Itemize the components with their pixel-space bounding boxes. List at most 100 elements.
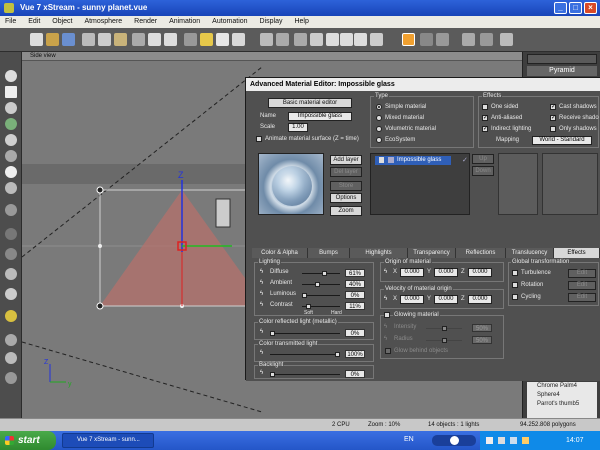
slider-knob[interactable] — [270, 331, 275, 336]
scale-field[interactable]: 1.00 — [288, 123, 308, 132]
selection-handle[interactable] — [96, 186, 104, 194]
slider-knob[interactable] — [305, 304, 311, 309]
new-icon[interactable] — [30, 33, 43, 46]
terrain-tool-icon[interactable] — [5, 118, 17, 130]
menu-animation[interactable]: Animation — [164, 16, 205, 28]
layer-item-impossible-glass[interactable]: Impossible glass — [375, 156, 451, 165]
ambient-value[interactable]: 40% — [345, 280, 365, 288]
menu-edit[interactable]: Edit — [23, 16, 45, 28]
tab-transparency[interactable]: Transparency — [408, 248, 456, 258]
layer-down-button[interactable]: Down — [472, 166, 494, 176]
radius-slider[interactable] — [426, 338, 462, 343]
sphere-tool-icon[interactable] — [5, 70, 17, 82]
metablob-tool-icon[interactable] — [5, 248, 17, 260]
menu-render[interactable]: Render — [129, 16, 162, 28]
color-reflected-value[interactable]: 0% — [345, 329, 365, 337]
boolean-tool-icon[interactable] — [5, 204, 17, 216]
tab-reflections[interactable]: Reflections — [456, 248, 506, 258]
velocity-z-field[interactable]: 0.000 — [468, 295, 492, 304]
copy-icon[interactable] — [98, 33, 111, 46]
planet-tool-icon[interactable] — [5, 288, 17, 300]
maximize-button[interactable]: □ — [569, 2, 582, 14]
color-transmitted-value[interactable]: 100% — [345, 350, 365, 358]
save-icon[interactable] — [62, 33, 75, 46]
duplicate-icon[interactable] — [132, 33, 145, 46]
origin-y-field[interactable]: 0.000 — [434, 268, 458, 277]
object-item-sphere[interactable]: Sphere4 — [527, 391, 597, 400]
cloud-icon[interactable] — [216, 33, 229, 46]
four-views-icon[interactable] — [402, 33, 415, 46]
layer-eye-icon[interactable] — [379, 157, 384, 163]
slider-knob[interactable] — [302, 293, 307, 298]
cut-icon[interactable] — [82, 33, 95, 46]
volumetric-material-radio[interactable] — [376, 126, 382, 132]
camera-icon[interactable] — [260, 33, 273, 46]
basic-editor-button[interactable]: Basic material editor — [268, 98, 352, 108]
velocity-x-field[interactable]: 0.000 — [400, 295, 424, 304]
materials-tool-icon[interactable] — [5, 372, 17, 384]
receive-shadows-checkbox[interactable]: ✓ — [550, 115, 556, 121]
open-icon[interactable] — [46, 33, 59, 46]
render-region-icon[interactable] — [436, 33, 449, 46]
plant-tool-icon[interactable] — [5, 150, 17, 162]
paste-icon[interactable] — [114, 33, 127, 46]
render-icon[interactable] — [184, 33, 197, 46]
store-button[interactable]: Store — [330, 181, 362, 191]
sun-tool-icon[interactable] — [5, 310, 17, 322]
intensity-slider[interactable] — [426, 326, 462, 331]
tray-app-icon[interactable] — [510, 437, 517, 444]
selection-handle[interactable] — [96, 302, 104, 310]
backlight-value[interactable]: 0% — [345, 370, 365, 378]
redo-icon[interactable] — [164, 33, 177, 46]
anti-aliased-checkbox[interactable]: ✓ — [482, 115, 488, 121]
glow-behind-checkbox[interactable] — [385, 348, 391, 354]
language-indicator[interactable]: EN — [404, 436, 414, 443]
options-icon[interactable] — [500, 33, 513, 46]
luminous-value[interactable]: 0% — [345, 291, 365, 299]
object-item-chrome-palm[interactable]: Chrome Palm4 — [527, 382, 597, 391]
velocity-y-field[interactable]: 0.000 — [434, 295, 458, 304]
tray-network-icon[interactable] — [486, 437, 493, 444]
diffuse-value[interactable]: 61% — [345, 269, 365, 277]
simple-material-radio[interactable] — [376, 104, 382, 110]
tab-bumps[interactable]: Bumps — [308, 248, 350, 258]
pan-icon[interactable] — [370, 33, 383, 46]
tab-highlights[interactable]: Highlights — [350, 248, 408, 258]
cylinder-tool-icon[interactable] — [5, 102, 17, 114]
radius-value[interactable]: 50% — [472, 336, 492, 344]
preview-icon[interactable] — [462, 33, 475, 46]
pyramid-tab[interactable]: Pyramid — [527, 66, 597, 76]
contrast-value[interactable]: 11% — [345, 302, 365, 310]
turbulence-edit-button[interactable]: Edit — [568, 269, 596, 278]
menu-automation[interactable]: Automation — [207, 16, 252, 28]
color-reflected-slider[interactable] — [270, 331, 340, 336]
tab-color-alpha[interactable]: Color & Alpha — [252, 248, 308, 258]
gizmo-toolbox[interactable] — [215, 198, 231, 228]
tray-security-icon[interactable] — [522, 437, 529, 444]
luminous-slider[interactable] — [302, 293, 340, 298]
slider-knob[interactable] — [315, 282, 321, 287]
slider-knob[interactable] — [322, 271, 328, 276]
minimize-button[interactable]: _ — [554, 2, 567, 14]
only-shadows-checkbox[interactable] — [550, 126, 556, 132]
zoom-icon[interactable] — [326, 33, 339, 46]
object-item-parrot[interactable]: Parrot's thumb5 — [527, 400, 597, 409]
rotation-edit-button[interactable]: Edit — [568, 281, 596, 290]
glowing-material-checkbox[interactable] — [384, 312, 390, 318]
add-layer-button[interactable]: Add layer — [330, 155, 362, 165]
menu-atmosphere[interactable]: Atmosphere — [79, 16, 127, 28]
start-button[interactable]: start — [0, 431, 56, 450]
menu-file[interactable]: File — [0, 16, 21, 28]
zoom-in-icon[interactable] — [340, 33, 353, 46]
backlight-slider[interactable] — [270, 372, 340, 377]
mapping-select[interactable]: World - Standard — [532, 136, 592, 145]
selection-handle[interactable] — [98, 244, 102, 248]
mixed-material-radio[interactable] — [376, 115, 382, 121]
slider-knob[interactable] — [442, 326, 447, 331]
select-icon[interactable] — [294, 33, 307, 46]
media-play-icon[interactable] — [450, 436, 459, 445]
light-tool-icon[interactable] — [5, 166, 17, 178]
text-tool-icon[interactable] — [5, 86, 17, 98]
sun-icon[interactable] — [200, 33, 213, 46]
menu-display[interactable]: Display — [255, 16, 288, 28]
